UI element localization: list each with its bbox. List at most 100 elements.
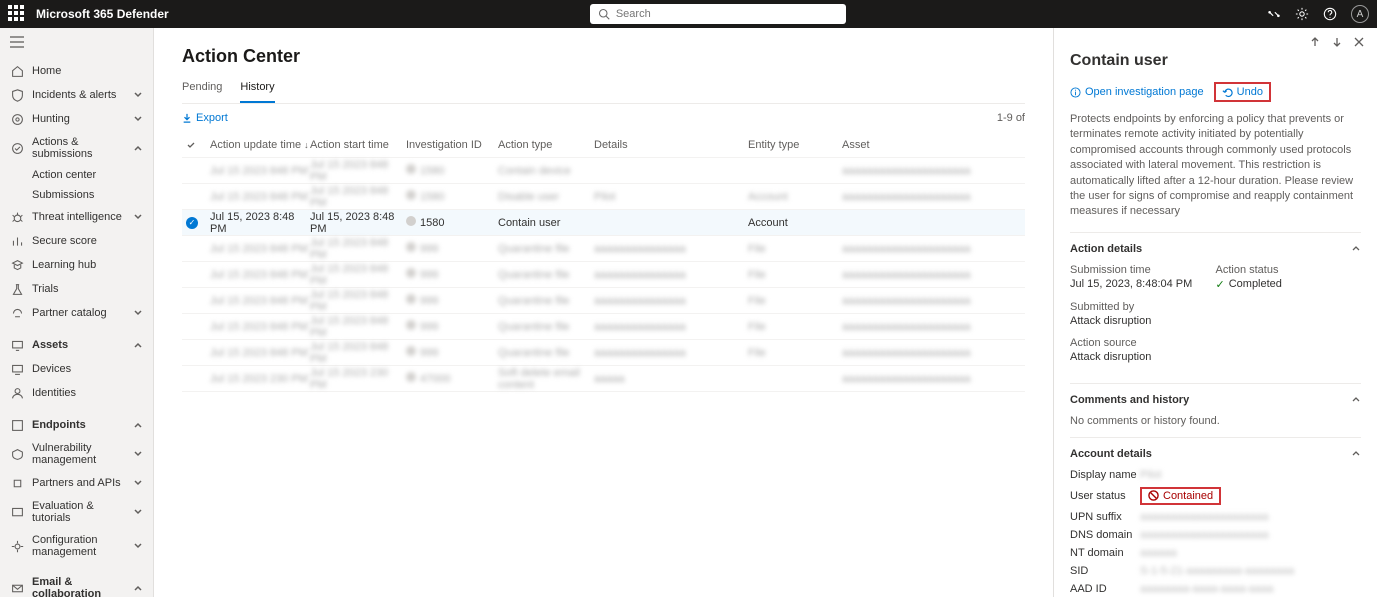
export-button[interactable]: Export: [182, 112, 228, 124]
app-launcher-icon[interactable]: [8, 5, 26, 23]
details-flyout: Contain user Open investigation page Und…: [1053, 28, 1377, 597]
nav-eval-tutorials[interactable]: Evaluation & tutorials: [0, 495, 153, 529]
collapse-nav-icon[interactable]: [0, 28, 153, 59]
settings-icon[interactable]: [1295, 7, 1309, 21]
chevron-up-icon: [133, 420, 143, 430]
bug-icon: [10, 210, 24, 224]
chevron-up-icon[interactable]: [1351, 394, 1361, 407]
global-search[interactable]: [590, 4, 846, 24]
pagination-info: 1-9 of: [997, 112, 1025, 124]
col-asset[interactable]: Asset: [842, 139, 1062, 151]
tab-history[interactable]: History: [240, 81, 274, 103]
flask-icon: [10, 282, 24, 296]
table-row[interactable]: Jul 15 2023 230 PMJul 15 2023 230 PM4700…: [182, 366, 1025, 392]
checkmark-icon: [186, 140, 196, 150]
learning-icon: [10, 258, 24, 272]
chevron-down-icon: [133, 308, 143, 318]
nav-learning-hub[interactable]: Learning hub: [0, 253, 153, 277]
home-icon: [10, 64, 24, 78]
nav-sidebar: Home Incidents & alerts Hunting Actions …: [0, 28, 154, 597]
next-icon[interactable]: [1331, 36, 1343, 48]
shield-icon: [10, 88, 24, 102]
assets-icon: [10, 338, 24, 352]
nav-threat-intel[interactable]: Threat intelligence: [0, 205, 153, 229]
download-icon: [182, 113, 192, 123]
identity-icon: [10, 386, 24, 400]
col-action-type[interactable]: Action type: [498, 139, 594, 151]
undo-icon: [1222, 87, 1233, 98]
flyout-description: Protects endpoints by enforcing a policy…: [1070, 112, 1361, 220]
nav-endpoints[interactable]: Endpoints: [0, 413, 153, 437]
product-brand: Microsoft 365 Defender: [36, 7, 169, 21]
nav-partners-apis[interactable]: Partners and APIs: [0, 471, 153, 495]
nav-action-center[interactable]: Action center: [0, 165, 153, 185]
table-row[interactable]: Jul 15 2023 848 PMJul 15 2023 848 PM999Q…: [182, 288, 1025, 314]
block-icon: [1148, 490, 1159, 501]
nav-config-mgmt[interactable]: Configuration management: [0, 529, 153, 563]
section-account-details: Account details Display namePilot User s…: [1070, 437, 1361, 597]
nav-partner-catalog[interactable]: Partner catalog: [0, 301, 153, 325]
chevron-down-icon: [133, 541, 143, 551]
col-start-time[interactable]: Action start time: [310, 139, 406, 151]
table-row[interactable]: Jul 15 2023 848 PMJul 15 2023 848 PM1580…: [182, 184, 1025, 210]
chevron-up-icon: [133, 143, 143, 153]
vuln-icon: [10, 447, 24, 461]
table-row-selected[interactable]: Jul 15, 2023 8:48 PM Jul 15, 2023 8:48 P…: [182, 210, 1025, 236]
partner-icon: [10, 306, 24, 320]
col-investigation-id[interactable]: Investigation ID: [406, 139, 498, 151]
nav-secure-score[interactable]: Secure score: [0, 229, 153, 253]
contained-badge: Contained: [1140, 487, 1221, 505]
device-icon: [10, 362, 24, 376]
page-title: Action Center: [182, 46, 1025, 67]
connector-icon[interactable]: [1267, 7, 1281, 21]
nav-devices[interactable]: Devices: [0, 357, 153, 381]
nav-hunting[interactable]: Hunting: [0, 107, 153, 131]
nav-submissions[interactable]: Submissions: [0, 185, 153, 205]
table-row[interactable]: Jul 15 2023 848 PMJul 15 2023 848 PM999Q…: [182, 340, 1025, 366]
search-input[interactable]: [616, 8, 838, 20]
col-update-time[interactable]: Action update time↓: [210, 139, 310, 151]
checkmark-icon: ✓: [1216, 278, 1225, 291]
chevron-down-icon: [133, 449, 143, 459]
table-row[interactable]: Jul 15 2023 848 PMJul 15 2023 848 PM999Q…: [182, 314, 1025, 340]
score-icon: [10, 234, 24, 248]
nav-identities[interactable]: Identities: [0, 381, 153, 405]
section-comments: Comments and history No comments or hist…: [1070, 383, 1361, 437]
nav-actions-submissions[interactable]: Actions & submissions: [0, 131, 153, 165]
actions-icon: [10, 141, 24, 155]
account-avatar[interactable]: A: [1351, 5, 1369, 23]
nav-home[interactable]: Home: [0, 59, 153, 83]
info-icon: [1070, 87, 1081, 98]
chevron-down-icon: [133, 114, 143, 124]
section-action-details: Action details Submission time Jul 15, 2…: [1070, 232, 1361, 383]
table-row[interactable]: Jul 15 2023 848 PMJul 15 2023 848 PM999Q…: [182, 262, 1025, 288]
main-content: Action Center Pending History Export 1-9…: [154, 28, 1053, 597]
row-selected-icon: [186, 217, 198, 229]
table-row[interactable]: Jul 15 2023 848 PMJul 15 2023 848 PM999Q…: [182, 236, 1025, 262]
chevron-down-icon: [133, 90, 143, 100]
col-entity-type[interactable]: Entity type: [748, 139, 842, 151]
chevron-up-icon: [133, 340, 143, 350]
help-icon[interactable]: [1323, 7, 1337, 21]
close-icon[interactable]: [1353, 36, 1365, 48]
chevron-up-icon[interactable]: [1351, 243, 1361, 256]
table-row[interactable]: Jul 15 2023 848 PMJul 15 2023 848 PM1580…: [182, 158, 1025, 184]
open-investigation-link[interactable]: Open investigation page: [1070, 86, 1204, 98]
nav-incidents[interactable]: Incidents & alerts: [0, 83, 153, 107]
prev-icon[interactable]: [1309, 36, 1321, 48]
chevron-up-icon: [133, 583, 143, 593]
status-dot-icon: [406, 216, 416, 226]
nav-trials[interactable]: Trials: [0, 277, 153, 301]
top-bar: Microsoft 365 Defender A: [0, 0, 1377, 28]
tab-pending[interactable]: Pending: [182, 81, 222, 103]
col-details[interactable]: Details: [594, 139, 748, 151]
undo-button[interactable]: Undo: [1214, 82, 1271, 102]
mail-icon: [10, 581, 24, 595]
nav-assets[interactable]: Assets: [0, 333, 153, 357]
nav-email-collab[interactable]: Email & collaboration: [0, 571, 153, 597]
search-icon: [598, 8, 610, 20]
grid-header-row: Action update time↓ Action start time In…: [182, 132, 1025, 158]
chevron-up-icon[interactable]: [1351, 448, 1361, 461]
status-completed: ✓Completed: [1216, 278, 1362, 291]
nav-vuln-mgmt[interactable]: Vulnerability management: [0, 437, 153, 471]
